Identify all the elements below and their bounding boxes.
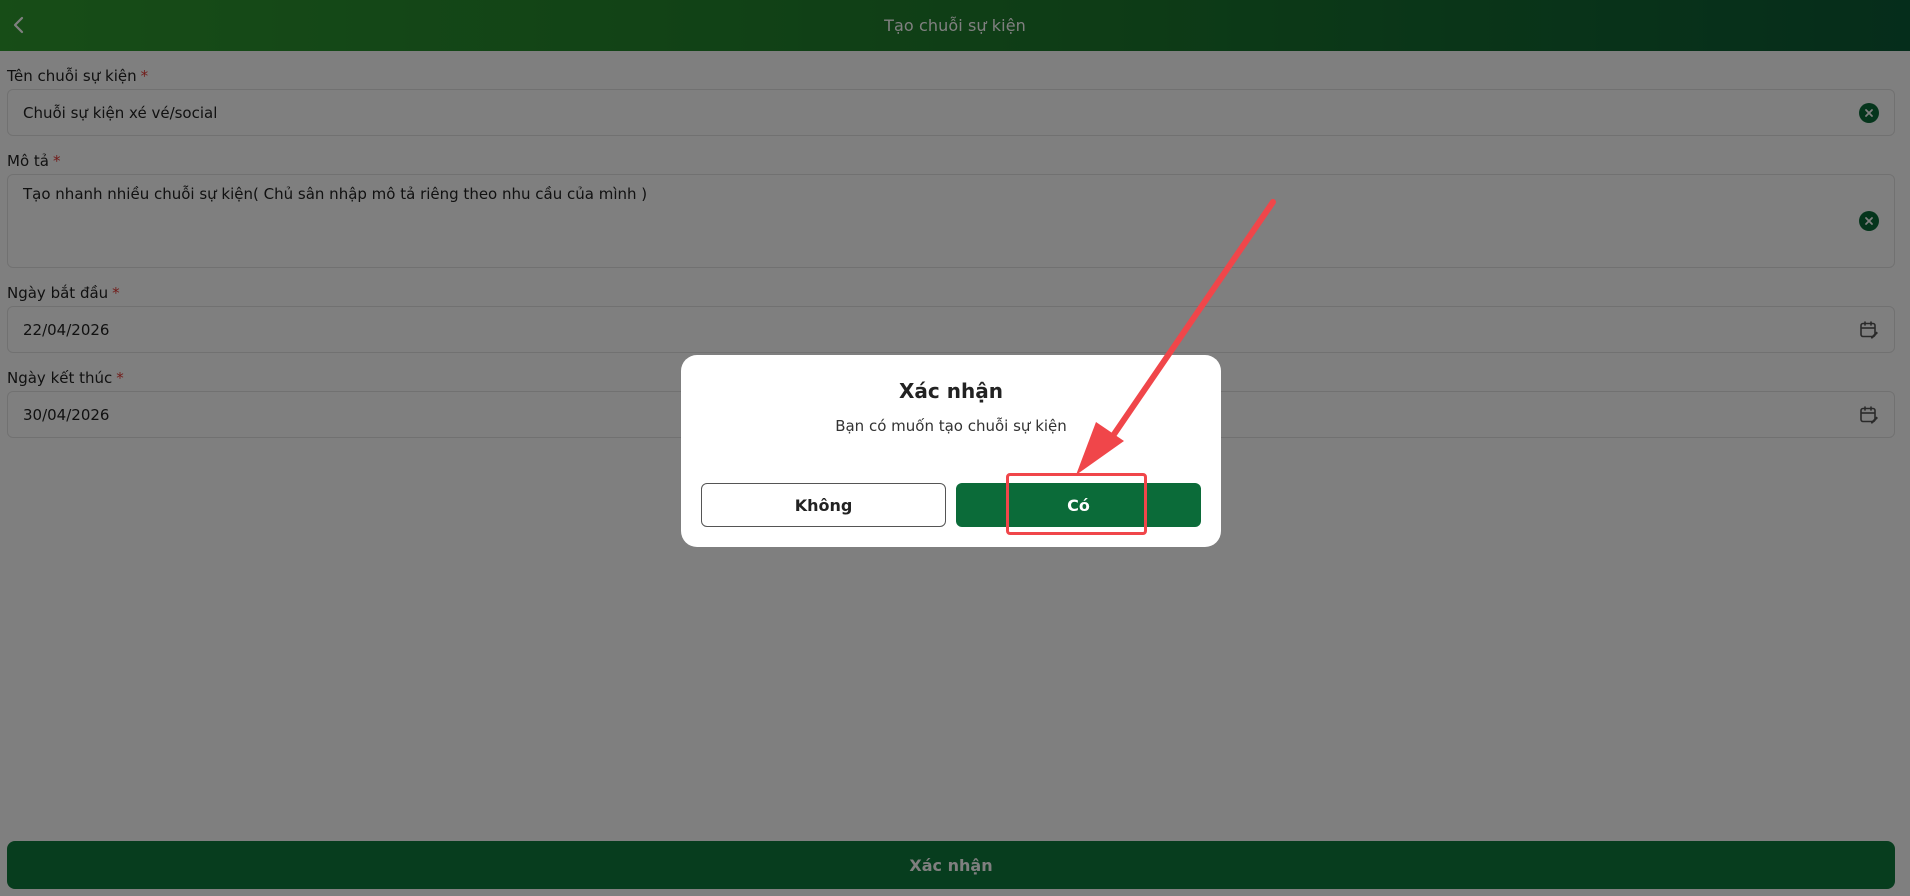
annotation-arrow-icon (1076, 199, 1276, 475)
